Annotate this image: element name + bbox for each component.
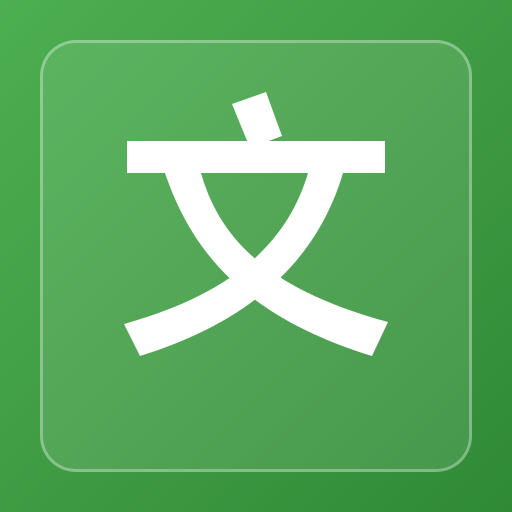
translate-icon <box>124 92 388 356</box>
app-icon-background <box>0 0 512 512</box>
